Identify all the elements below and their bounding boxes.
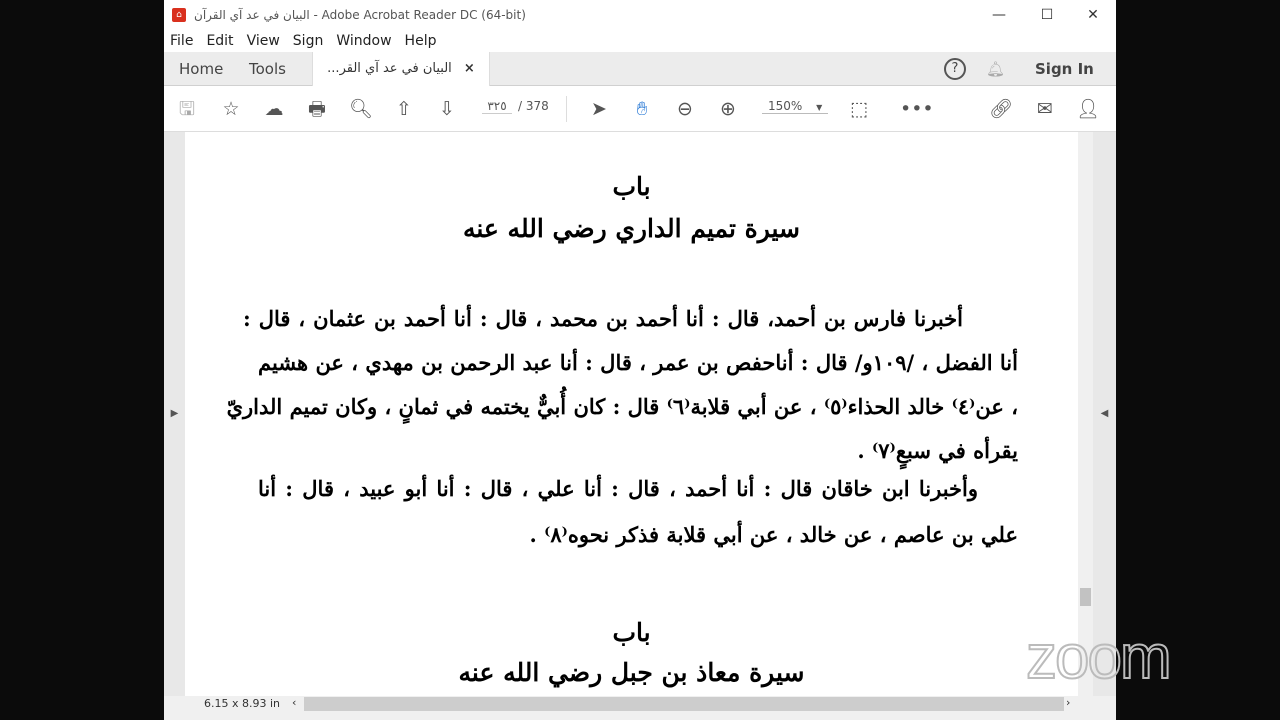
tab-home[interactable]: Home [179,52,223,86]
menu-file[interactable]: File [170,33,193,49]
text-line: ، عن⁽٤⁾ خالد الحذاء⁽٥⁾ ، عن أبي قلابة⁽٦⁾… [226,394,1018,419]
page-number-input[interactable]: ٣٢٥ [482,99,512,114]
scroll-right-icon[interactable]: › [1066,696,1070,709]
menu-bar: File Edit View Sign Window Help [164,30,1116,52]
tab-bar: Home Tools × البيان في عد آي القر... ? 🔔… [164,52,1116,86]
right-panel-toggle-icon[interactable]: ◀ [1093,132,1116,696]
scroll-left-icon[interactable]: ‹ [292,696,296,709]
vertical-scrollbar[interactable] [1078,132,1093,696]
text-line: أنا الفضل ، /١٠٩و/ قال : أناحفص بن عمر ،… [258,350,1018,375]
window-title: البيان في عد آي القرآن - Adobe Acrobat R… [194,8,526,22]
search-zoom-icon[interactable]: 🔍︎ [348,96,374,122]
menu-window[interactable]: Window [336,33,391,49]
acrobat-logo-icon: ⌂ [172,8,186,22]
section-title: سيرة معاذ بن جبل رضي الله عنه [458,658,805,687]
bookmark-star-icon[interactable]: ☆ [218,96,244,122]
chevron-down-icon: ▼ [816,103,823,112]
text-line: علي بن عاصم ، عن خالد ، عن أبي قلابة فذك… [529,522,1018,547]
hand-tool-icon[interactable]: ✋︎ [629,96,655,122]
zoom-level-select[interactable]: 150% ▼ [762,99,828,114]
acrobat-window: ⌂ البيان في عد آي القرآن - Adobe Acrobat… [164,0,1116,720]
save-icon[interactable]: 🖫 [174,96,200,122]
zoom-level-value: 150% [768,99,803,113]
page-size: 6.15 x 8.93 in [204,697,281,710]
share-link-icon[interactable]: 🔗︎ [988,96,1014,122]
page-fit-icon[interactable]: ⬚ [846,96,872,122]
text-line: وأخبرنا ابن خاقان قال : أنا أحمد ، قال :… [258,476,978,501]
scroll-thumb[interactable] [1080,588,1091,606]
zoom-in-icon[interactable]: ⊕ [715,96,741,122]
text-line: يقرأه في سبعٍ⁽٧⁾ . [857,438,1018,463]
divider [566,96,567,122]
zoom-watermark-logo: zoom [1025,622,1173,693]
status-bar: 6.15 x 8.93 in ‹ › [164,696,1116,712]
upload-cloud-icon[interactable]: ☁ [261,96,287,122]
print-icon[interactable]: 🖶 [304,96,330,122]
section-heading: باب [612,618,651,647]
next-page-icon[interactable]: ⇩ [434,96,460,122]
menu-sign[interactable]: Sign [293,33,324,49]
zoom-out-icon[interactable]: ⊖ [672,96,698,122]
left-panel-toggle-icon[interactable]: ▶ [164,132,185,696]
page-total: / 378 [518,99,549,113]
sign-in-button[interactable]: Sign In [1035,58,1094,80]
previous-page-icon[interactable]: ⇧ [391,96,417,122]
section-title: سيرة تميم الداري رضي الله عنه [462,214,800,243]
document-area: ▶ باب سيرة تميم الداري رضي الله عنه أخبر… [164,132,1116,696]
tab-tools[interactable]: Tools [249,52,286,86]
menu-edit[interactable]: Edit [206,33,233,49]
toolbar: 🖫 ☆ ☁ 🖶 🔍︎ ⇧ ⇩ ٣٢٥ / 378 ➤ ✋︎ ⊖ ⊕ 150% ▼… [164,86,1116,132]
section-heading: باب [612,172,651,201]
select-cursor-icon[interactable]: ➤ [586,96,612,122]
title-bar: ⌂ البيان في عد آي القرآن - Adobe Acrobat… [164,0,1116,30]
tab-document[interactable]: × البيان في عد آي القر... [312,52,490,86]
tab-document-label: البيان في عد آي القر... [327,61,452,76]
text-line: أخبرنا فارس بن أحمد، قال : أنا أحمد بن م… [243,306,963,331]
menu-help[interactable]: Help [405,33,437,49]
menu-view[interactable]: View [247,33,280,49]
maximize-button[interactable]: ☐ [1024,0,1070,30]
email-icon[interactable]: ✉ [1032,96,1058,122]
more-options-icon[interactable]: ••• [900,96,934,122]
bell-icon[interactable]: 🔔︎ [986,58,1005,80]
pdf-page[interactable]: باب سيرة تميم الداري رضي الله عنه أخبرنا… [185,132,1078,696]
minimize-button[interactable]: — [976,0,1022,30]
tab-close-icon[interactable]: × [464,61,475,76]
horizontal-scrollbar[interactable] [304,697,1064,711]
close-button[interactable]: ✕ [1070,0,1116,30]
add-user-icon[interactable]: 👤︎ [1075,96,1101,122]
help-icon[interactable]: ? [944,58,966,80]
